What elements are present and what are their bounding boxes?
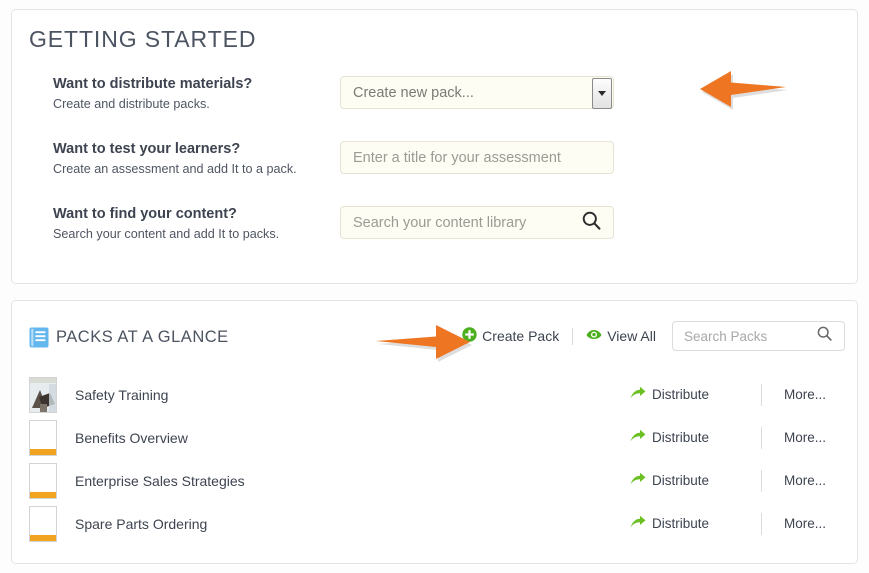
row-control-area: Search your content library bbox=[340, 206, 614, 239]
row-actions: Distribute More... bbox=[630, 383, 842, 406]
share-arrow-icon bbox=[630, 472, 652, 489]
pack-thumbnail bbox=[29, 505, 57, 542]
view-all-link[interactable]: View All bbox=[586, 328, 656, 345]
pack-thumbnail bbox=[29, 419, 57, 456]
distribute-label: Distribute bbox=[651, 516, 709, 531]
pack-name: Safety Training bbox=[75, 386, 169, 403]
table-row[interactable]: Spare Parts Ordering Distribute More... bbox=[29, 502, 842, 545]
table-row[interactable]: Benefits Overview Distribute More... bbox=[29, 416, 842, 459]
create-pack-label: Create Pack bbox=[482, 328, 560, 344]
distribute-label: Distribute bbox=[651, 387, 709, 402]
distribute-button[interactable]: Distribute bbox=[630, 515, 709, 532]
thumb-accent-bar bbox=[30, 491, 56, 498]
pack-name: Enterprise Sales Strategies bbox=[75, 472, 245, 489]
row-action-divider bbox=[761, 383, 762, 406]
distribute-label: Distribute bbox=[651, 430, 709, 445]
chevron-down-icon[interactable] bbox=[592, 78, 612, 109]
row-action-divider bbox=[761, 469, 762, 492]
create-pack-link[interactable]: Create Pack bbox=[462, 327, 559, 345]
getting-started-row-distribute: Want to distribute materials? Create and… bbox=[53, 75, 843, 113]
packs-header: PACKS AT A GLANCE bbox=[29, 327, 229, 348]
input-placeholder: Enter a title for your assessment bbox=[353, 149, 561, 166]
pack-thumbnail bbox=[29, 376, 57, 413]
row-control-area: Enter a title for your assessment Start bbox=[340, 141, 614, 174]
assessment-title-input[interactable]: Enter a title for your assessment bbox=[340, 141, 614, 174]
create-pack-select[interactable]: Create new pack... bbox=[340, 76, 614, 109]
search-packs-input[interactable]: Search Packs bbox=[672, 321, 845, 351]
share-arrow-icon bbox=[630, 515, 652, 532]
eye-icon bbox=[586, 328, 607, 345]
select-value: Create new pack... bbox=[353, 84, 474, 101]
row-actions: Distribute More... bbox=[630, 426, 842, 449]
app-page: GETTING STARTED Want to distribute mater… bbox=[0, 0, 869, 573]
input-placeholder: Search Packs bbox=[684, 328, 768, 344]
plus-circle-icon bbox=[462, 327, 482, 345]
search-icon[interactable] bbox=[817, 326, 832, 346]
getting-started-title: GETTING STARTED bbox=[29, 26, 257, 52]
row-actions: Distribute More... bbox=[630, 469, 842, 492]
packs-header-actions: Create Pack View All Search Packs bbox=[462, 321, 845, 351]
row-control-area: Create new pack... Start bbox=[340, 76, 614, 109]
share-arrow-icon bbox=[630, 386, 652, 403]
getting-started-row-assessment: Want to test your learners? Create an as… bbox=[53, 140, 843, 178]
more-button[interactable]: More... bbox=[784, 516, 842, 531]
table-row[interactable]: Safety Training Distribute More... bbox=[29, 373, 842, 416]
input-placeholder: Search your content library bbox=[353, 214, 527, 231]
pack-thumbnail bbox=[29, 462, 57, 499]
distribute-button[interactable]: Distribute bbox=[630, 472, 709, 489]
more-button[interactable]: More... bbox=[784, 430, 842, 445]
pack-name: Benefits Overview bbox=[75, 429, 188, 446]
content-library-search-input[interactable]: Search your content library bbox=[340, 206, 614, 239]
book-icon bbox=[29, 327, 49, 348]
thumb-accent-bar bbox=[30, 534, 56, 541]
share-arrow-icon bbox=[630, 429, 652, 446]
more-button[interactable]: More... bbox=[784, 473, 842, 488]
getting-started-panel: GETTING STARTED Want to distribute mater… bbox=[11, 9, 858, 284]
packs-title: PACKS AT A GLANCE bbox=[56, 328, 229, 346]
distribute-button[interactable]: Distribute bbox=[630, 429, 709, 446]
more-button[interactable]: More... bbox=[784, 387, 842, 402]
distribute-button[interactable]: Distribute bbox=[630, 386, 709, 403]
distribute-label: Distribute bbox=[651, 473, 709, 488]
row-action-divider bbox=[761, 426, 762, 449]
view-all-label: View All bbox=[607, 328, 656, 344]
table-row[interactable]: Enterprise Sales Strategies Distribute M… bbox=[29, 459, 842, 502]
row-action-divider bbox=[761, 512, 762, 535]
thumb-accent-bar bbox=[30, 448, 56, 455]
action-divider bbox=[572, 327, 574, 345]
packs-at-a-glance-panel: PACKS AT A GLANCE Create Pack View All S… bbox=[11, 300, 858, 564]
search-icon[interactable] bbox=[582, 211, 601, 235]
getting-started-row-search: Want to find your content? Search your c… bbox=[53, 205, 843, 243]
pack-name: Spare Parts Ordering bbox=[75, 515, 208, 532]
row-actions: Distribute More... bbox=[630, 512, 842, 535]
